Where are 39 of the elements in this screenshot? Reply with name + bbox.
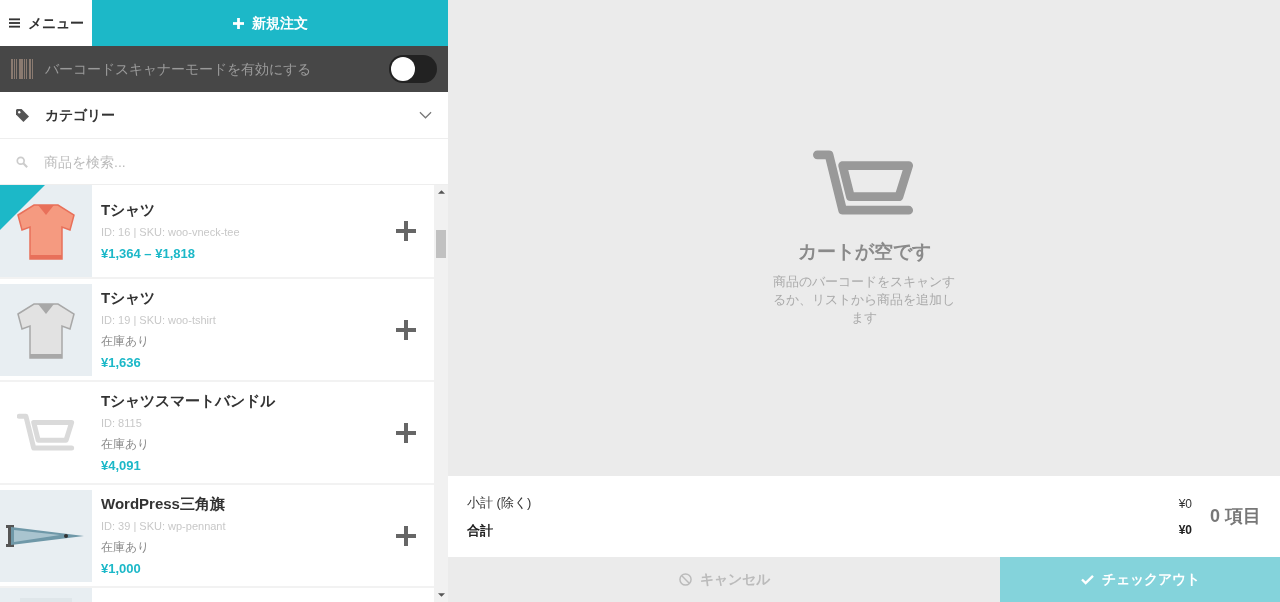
plus-icon	[396, 221, 416, 241]
plus-icon	[396, 319, 416, 340]
search-icon	[16, 155, 28, 168]
product-name: WordPress三角旗	[101, 493, 226, 514]
scanner-label: バーコードスキャナーモードを有効にする	[45, 59, 312, 79]
plus-icon	[396, 525, 416, 546]
check-icon	[1080, 574, 1094, 585]
product-name: Tシャツスマートバンドル	[101, 390, 277, 411]
product-price: ¥1,636	[101, 353, 142, 372]
product-name: Tシャツ	[101, 287, 157, 308]
stock-status: 在庫あり	[101, 435, 150, 453]
chevron-icon	[419, 111, 432, 119]
total-value: ¥0	[1178, 521, 1192, 539]
total-label: 合計	[467, 521, 494, 540]
menu-icon	[8, 18, 20, 28]
scroll-down-icon[interactable]	[437, 593, 445, 597]
barcode-icon	[11, 59, 35, 79]
product-price: ¥1,364 – ¥1,818	[101, 244, 196, 263]
subtotal-label: 小計 (除く)	[467, 494, 533, 512]
cart-icon	[812, 150, 916, 218]
tag-icon	[16, 108, 29, 122]
category-dropdown[interactable]: カテゴリー	[0, 92, 448, 139]
prohibited-icon	[678, 573, 692, 586]
plus-icon	[396, 422, 416, 443]
empty-cart-title: カートが空です	[797, 240, 931, 264]
item-count: 0 項目	[1210, 505, 1261, 528]
stock-status: 在庫あり	[101, 538, 150, 556]
stock-status: 在庫あり	[101, 332, 150, 350]
product-price: ¥1,000	[101, 559, 142, 578]
plus-icon	[232, 17, 244, 29]
product-price: ¥4,091	[101, 456, 142, 475]
product-name: Tシャツ	[101, 199, 157, 220]
search-field[interactable]: 商品を検索...	[44, 139, 432, 184]
subtotal-value: ¥0	[1178, 495, 1192, 513]
scrollbar[interactable]	[434, 185, 448, 602]
cart-icon	[17, 412, 75, 453]
scrollbar-thumb[interactable]	[436, 230, 446, 258]
scroll-up-icon[interactable]	[437, 190, 445, 194]
scanner-toggle[interactable]	[389, 55, 437, 83]
